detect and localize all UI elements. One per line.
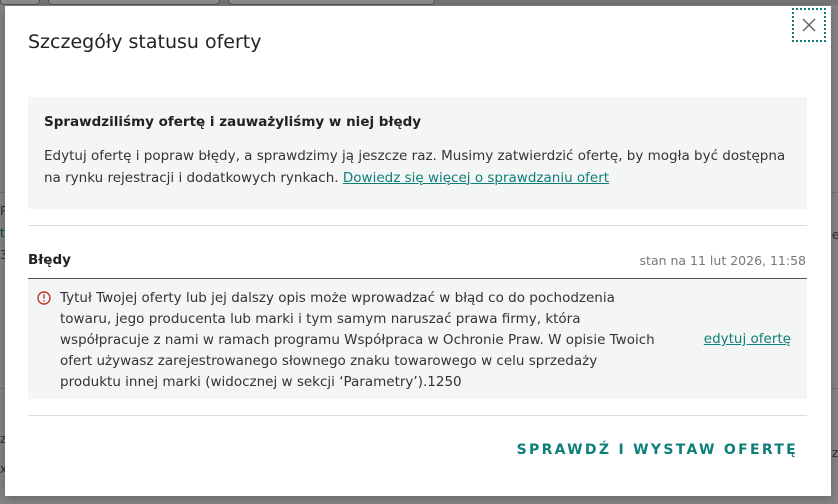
dialog-title: Szczegóły statusu oferty [28,31,262,53]
errors-timestamp: stan na 11 lut 2026, 11:58 [639,253,806,268]
error-circle-icon [37,291,51,305]
offer-status-dialog: Szczegóły statusu oferty Sprawdziliśmy o… [5,6,831,496]
learn-more-link[interactable]: Dowiedz się więcej o sprawdzaniu ofert [343,170,609,186]
info-heading: Sprawdziliśmy ofertę i zauważyliśmy w ni… [44,114,422,130]
info-box: Sprawdziliśmy ofertę i zauważyliśmy w ni… [28,97,807,209]
close-button[interactable] [792,8,826,42]
error-message: Tytuł Twojej oferty lub jej dalszy opis … [60,290,655,390]
close-icon [802,18,816,32]
info-text: Edytuj ofertę i popraw błędy, a sprawdzi… [44,146,791,189]
footer-divider [28,415,807,416]
section-divider [28,225,807,226]
error-item: Tytuł Twojej oferty lub jej dalszy opis … [28,279,807,399]
check-and-list-offer-button[interactable]: SPRAWDŹ I WYSTAW OFERTĘ [517,442,798,458]
errors-title: Błędy [28,252,71,268]
edit-offer-link[interactable]: edytuj ofertę [704,331,791,347]
